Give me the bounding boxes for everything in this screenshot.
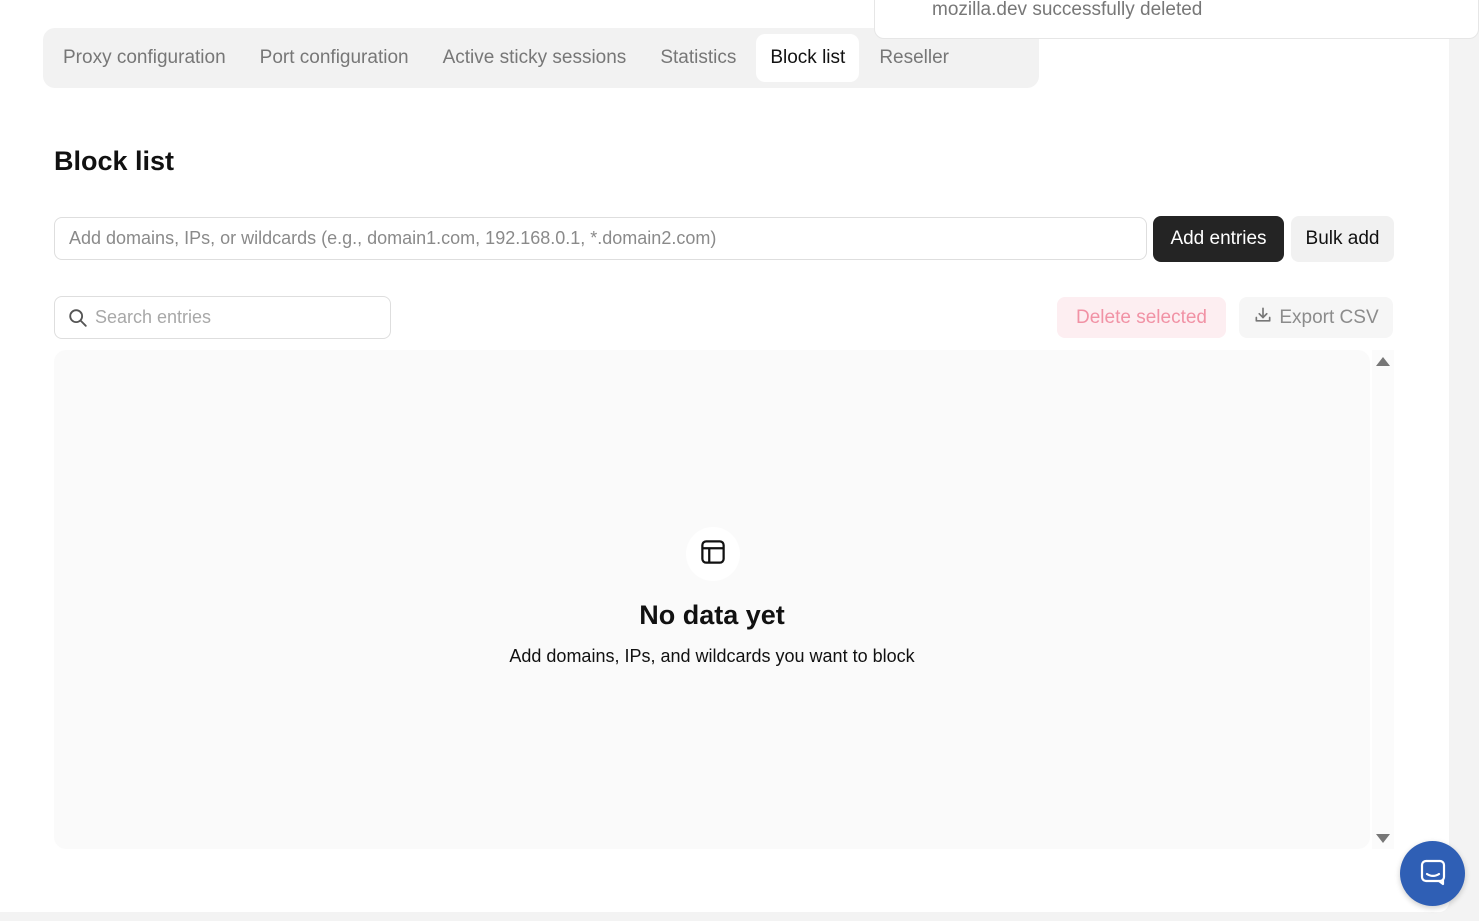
- delete-selected-button[interactable]: Delete selected: [1057, 297, 1226, 338]
- layout-icon: [698, 537, 728, 572]
- export-csv-label: Export CSV: [1279, 306, 1379, 328]
- scroll-down-arrow-icon[interactable]: [1376, 834, 1390, 843]
- page-title: Block list: [54, 146, 175, 176]
- toast-notification: mozilla.dev successfully deleted: [874, 0, 1479, 39]
- chat-icon: [1417, 856, 1449, 891]
- search-input[interactable]: [95, 297, 385, 338]
- table-scrollbar[interactable]: [1372, 350, 1394, 849]
- empty-state-icon-badge: [686, 527, 740, 581]
- download-icon: [1253, 305, 1273, 331]
- tab-reseller[interactable]: Reseller: [865, 34, 963, 82]
- add-entries-button[interactable]: Add entries: [1153, 216, 1284, 262]
- scroll-up-arrow-icon[interactable]: [1376, 357, 1390, 366]
- empty-state-subtitle: Add domains, IPs, and wildcards you want…: [509, 646, 915, 666]
- tab-port-configuration[interactable]: Port configuration: [246, 34, 423, 82]
- add-entries-input[interactable]: [54, 217, 1147, 260]
- tab-active-sticky-sessions[interactable]: Active sticky sessions: [429, 34, 641, 82]
- chat-launcher-button[interactable]: [1400, 841, 1465, 906]
- tab-block-list[interactable]: Block list: [756, 34, 860, 82]
- tab-statistics[interactable]: Statistics: [646, 34, 750, 82]
- toast-message: mozilla.dev successfully deleted: [932, 0, 1203, 20]
- empty-state-title: No data yet: [639, 600, 785, 630]
- bulk-add-button[interactable]: Bulk add: [1291, 216, 1394, 262]
- export-csv-button[interactable]: Export CSV: [1239, 297, 1393, 338]
- tab-proxy-configuration[interactable]: Proxy configuration: [49, 34, 240, 82]
- search-box: [54, 296, 391, 339]
- search-icon: [67, 307, 89, 329]
- page: Proxy configuration Port configuration A…: [0, 0, 1449, 912]
